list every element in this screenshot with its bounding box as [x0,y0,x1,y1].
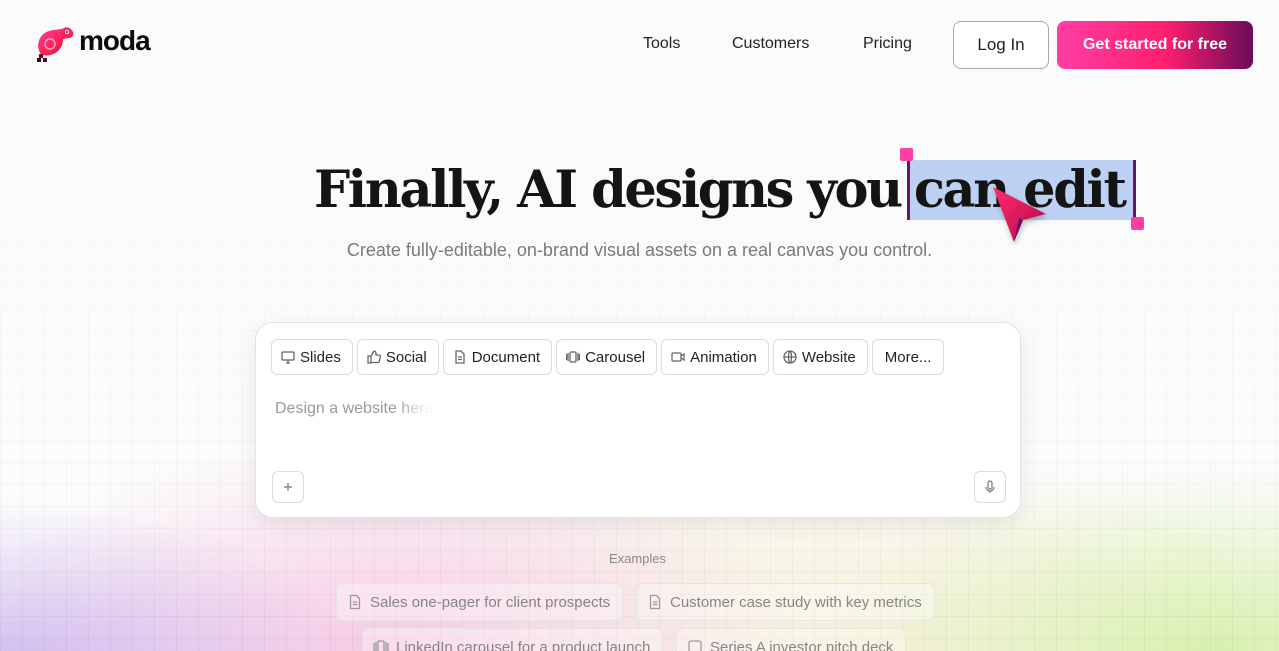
carousel-icon [566,351,581,363]
nav-tools[interactable]: Tools [643,35,680,53]
chip-label: Carousel [585,348,646,366]
add-attachment-button[interactable] [272,471,304,503]
logo[interactable]: moda [33,24,151,66]
slides-icon [688,640,702,651]
chip-slides[interactable]: Slides [271,339,353,375]
prompt-input[interactable] [275,397,975,421]
microphone-button[interactable] [974,471,1006,503]
carousel-icon [373,640,389,651]
brand-name: moda [79,25,151,56]
document-icon [649,594,661,610]
chip-label: Slides [300,348,341,366]
chip-more[interactable]: More... [871,339,945,375]
example-linkedin-carousel[interactable]: LinkedIn carousel for a product launch [362,628,664,651]
document-icon [455,350,465,364]
video-icon [671,352,685,362]
example-sales-one-pager[interactable]: Sales one-pager for client prospects [336,583,624,621]
chip-website[interactable]: Website [772,339,868,375]
example-pitch-deck[interactable]: Series A investor pitch deck [676,628,907,651]
chip-label: Social [385,348,427,366]
prompt-card: Slides Social Document Carousel Animatio… [255,322,1021,518]
monitor-icon [281,351,295,364]
example-case-study[interactable]: Customer case study with key metrics [636,583,935,621]
chip-document[interactable]: Document [442,339,553,375]
thumbs-up-icon [367,350,381,364]
examples-label: Examples [608,551,667,566]
nav-pricing[interactable]: Pricing [863,35,912,53]
nav-customers[interactable]: Customers [732,35,809,53]
pointer-cursor-icon [993,187,1046,242]
example-label: Sales one-pager for client prospects [370,593,611,611]
example-label: Series A investor pitch deck [710,638,894,651]
document-icon [349,594,361,610]
microphone-icon [985,480,995,493]
chameleon-logo-icon [37,27,74,62]
chip-label: Website [801,348,856,366]
login-button[interactable]: Log In [953,21,1049,69]
chip-carousel[interactable]: Carousel [556,339,658,375]
globe-icon [783,350,797,364]
selection-handle-end [1130,217,1144,230]
chip-label: More... [884,348,932,366]
chip-animation[interactable]: Animation [661,339,769,375]
get-started-button[interactable]: Get started for free [1057,21,1253,69]
example-label: LinkedIn carousel for a product launch [396,638,651,651]
asset-type-chips: Slides Social Document Carousel Animatio… [271,339,945,375]
selection-handle-start [899,148,913,161]
chip-label: Document [471,348,541,366]
example-label: Customer case study with key metrics [670,593,922,611]
hero-subtitle: Create fully-editable, on-brand visual a… [346,240,933,260]
plus-icon [284,483,292,491]
chip-social[interactable]: Social [356,339,439,375]
hero-title-text: Finally, AI designs you [314,160,903,220]
chip-label: Animation [690,348,757,366]
